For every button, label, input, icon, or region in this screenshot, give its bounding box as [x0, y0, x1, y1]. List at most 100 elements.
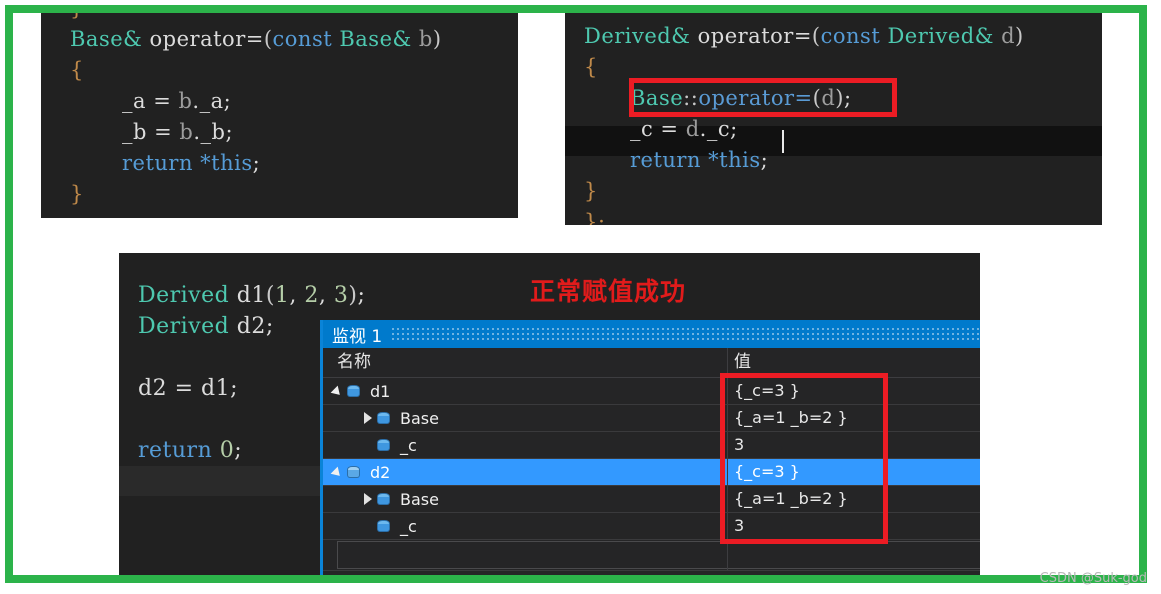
code-token: operator=: [698, 86, 813, 110]
watch-row[interactable]: d1 {_c=3 }: [323, 378, 980, 405]
watch-row-name: d2: [370, 462, 391, 482]
icon-shape: [377, 443, 390, 451]
code-token: ::: [683, 86, 699, 110]
code-token: {: [70, 58, 84, 82]
code-line: {: [70, 55, 84, 85]
code-token: }: [584, 179, 598, 203]
code-token: ,: [318, 283, 334, 308]
code-token: d1: [229, 283, 266, 308]
chevron-down-icon[interactable]: [331, 459, 345, 485]
code-line: Derived& operator=(const Derived& d): [584, 21, 1024, 51]
chevron-right-icon[interactable]: [361, 405, 375, 431]
watch-row-name: _c: [400, 516, 417, 536]
watch-row[interactable]: _c 3: [323, 513, 980, 540]
code-line: }: [584, 176, 598, 206]
watch-row-name: d1: [370, 381, 391, 401]
code-token: operator=: [142, 27, 264, 51]
watch-row-value[interactable]: {_c=3 }: [728, 459, 980, 485]
code-line: Derived d1(1, 2, 3);: [138, 281, 365, 311]
variable-box-icon: [375, 432, 395, 458]
watermark-text: CSDN @Suk-god: [1039, 571, 1147, 586]
code-token: b: [179, 120, 194, 144]
code-line: _b = b._b;: [122, 117, 233, 147]
code-line: {: [584, 52, 598, 82]
code-token: ,: [289, 283, 305, 308]
watch-blank-entry-row[interactable]: [323, 540, 980, 571]
watch-row-name-cell[interactable]: Base: [361, 405, 439, 431]
code-token: return: [122, 151, 201, 175]
code-line: };: [584, 207, 605, 225]
code-token: *this: [200, 151, 253, 175]
code-token: Base&: [70, 27, 143, 51]
watch-row-value[interactable]: {_a=1 _b=2 }: [728, 486, 980, 512]
icon-shape: [377, 524, 390, 532]
watch-row-name-cell[interactable]: d1: [331, 378, 390, 404]
text-caret: [782, 130, 784, 153]
code-token: ;: [357, 283, 366, 308]
watch-row-value[interactable]: {_c=3 }: [728, 378, 980, 404]
code-token: ): [432, 27, 442, 51]
code-token: }: [70, 13, 84, 20]
watch-row-name-cell[interactable]: _c: [361, 432, 417, 458]
code-token: const: [272, 27, 340, 51]
icon-shape: [347, 470, 360, 478]
code-token: const: [820, 24, 888, 48]
watch-row-name-cell[interactable]: _c: [361, 513, 417, 539]
code-token: d2 = d1;: [138, 376, 238, 401]
watch-row-value[interactable]: 3: [728, 513, 980, 539]
code-token: };: [584, 210, 606, 225]
code-line: _a = b._a;: [122, 86, 231, 116]
watch-row-name-cell[interactable]: d2: [331, 459, 390, 485]
code-line: Base& operator=(const Base& b): [70, 24, 442, 54]
code-panel-derived-operator: Derived& operator=(const Derived& d) { Bas…: [565, 13, 1102, 225]
watch-row-value[interactable]: 3: [728, 432, 980, 458]
watch-row-name: Base: [400, 489, 439, 509]
code-token: Derived&: [584, 24, 691, 48]
code-token: ): [835, 86, 844, 110]
watch-row[interactable]: d2 {_c=3 }: [323, 459, 980, 486]
code-line: }: [70, 13, 84, 23]
code-token: *this: [708, 148, 761, 172]
code-token: return: [138, 438, 220, 463]
code-token: operator=: [690, 24, 812, 48]
watch-rows-container: d1 {_c=3 } Base {_a=1 _b=2 } _c 3 d2 {_c=3 } Bas…: [323, 378, 980, 540]
code-line: d2 = d1;: [138, 374, 238, 404]
code-token: Base: [630, 86, 684, 110]
variable-box-icon: [375, 486, 395, 512]
code-token: d: [821, 86, 836, 110]
code-token: ._b;: [193, 120, 234, 144]
watch-row-name-cell[interactable]: Base: [361, 486, 439, 512]
code-token: ;: [234, 438, 243, 463]
chevron-right-icon[interactable]: [361, 486, 375, 512]
watch-column-header-row: 名称 值: [323, 348, 980, 378]
code-token: Derived&: [887, 24, 994, 48]
code-line: _c = d._c;: [630, 114, 738, 144]
watch-row-value[interactable]: {_a=1 _b=2 }: [728, 405, 980, 431]
code-token: 3: [333, 283, 349, 308]
variable-box-icon: [375, 405, 395, 431]
code-token: _b =: [122, 120, 180, 144]
code-token: return: [630, 148, 709, 172]
column-divider[interactable]: [727, 348, 728, 377]
code-token: 0: [219, 438, 235, 463]
variable-box-icon: [345, 378, 365, 404]
watch-row[interactable]: Base {_a=1 _b=2 }: [323, 486, 980, 513]
watch-window-title: 监视 1: [332, 326, 383, 347]
code-token: _a =: [122, 89, 179, 113]
watch-row[interactable]: Base {_a=1 _b=2 }: [323, 405, 980, 432]
watch-window-titlebar[interactable]: 监视 1: [323, 320, 980, 348]
column-header-value[interactable]: 值: [734, 348, 751, 377]
variable-box-icon: [345, 459, 365, 485]
chevron-down-icon[interactable]: [331, 378, 345, 404]
code-token: ;: [760, 148, 769, 172]
code-token: {: [584, 55, 598, 79]
code-line: return *this;: [630, 145, 768, 175]
annotation-label-assign-success: 正常赋值成功: [530, 277, 687, 306]
column-header-name[interactable]: 名称: [337, 348, 371, 377]
watch-window-footer: [323, 571, 980, 575]
watch-row[interactable]: _c 3: [323, 432, 980, 459]
code-token: ._a;: [192, 89, 232, 113]
code-line: return *this;: [122, 148, 260, 178]
